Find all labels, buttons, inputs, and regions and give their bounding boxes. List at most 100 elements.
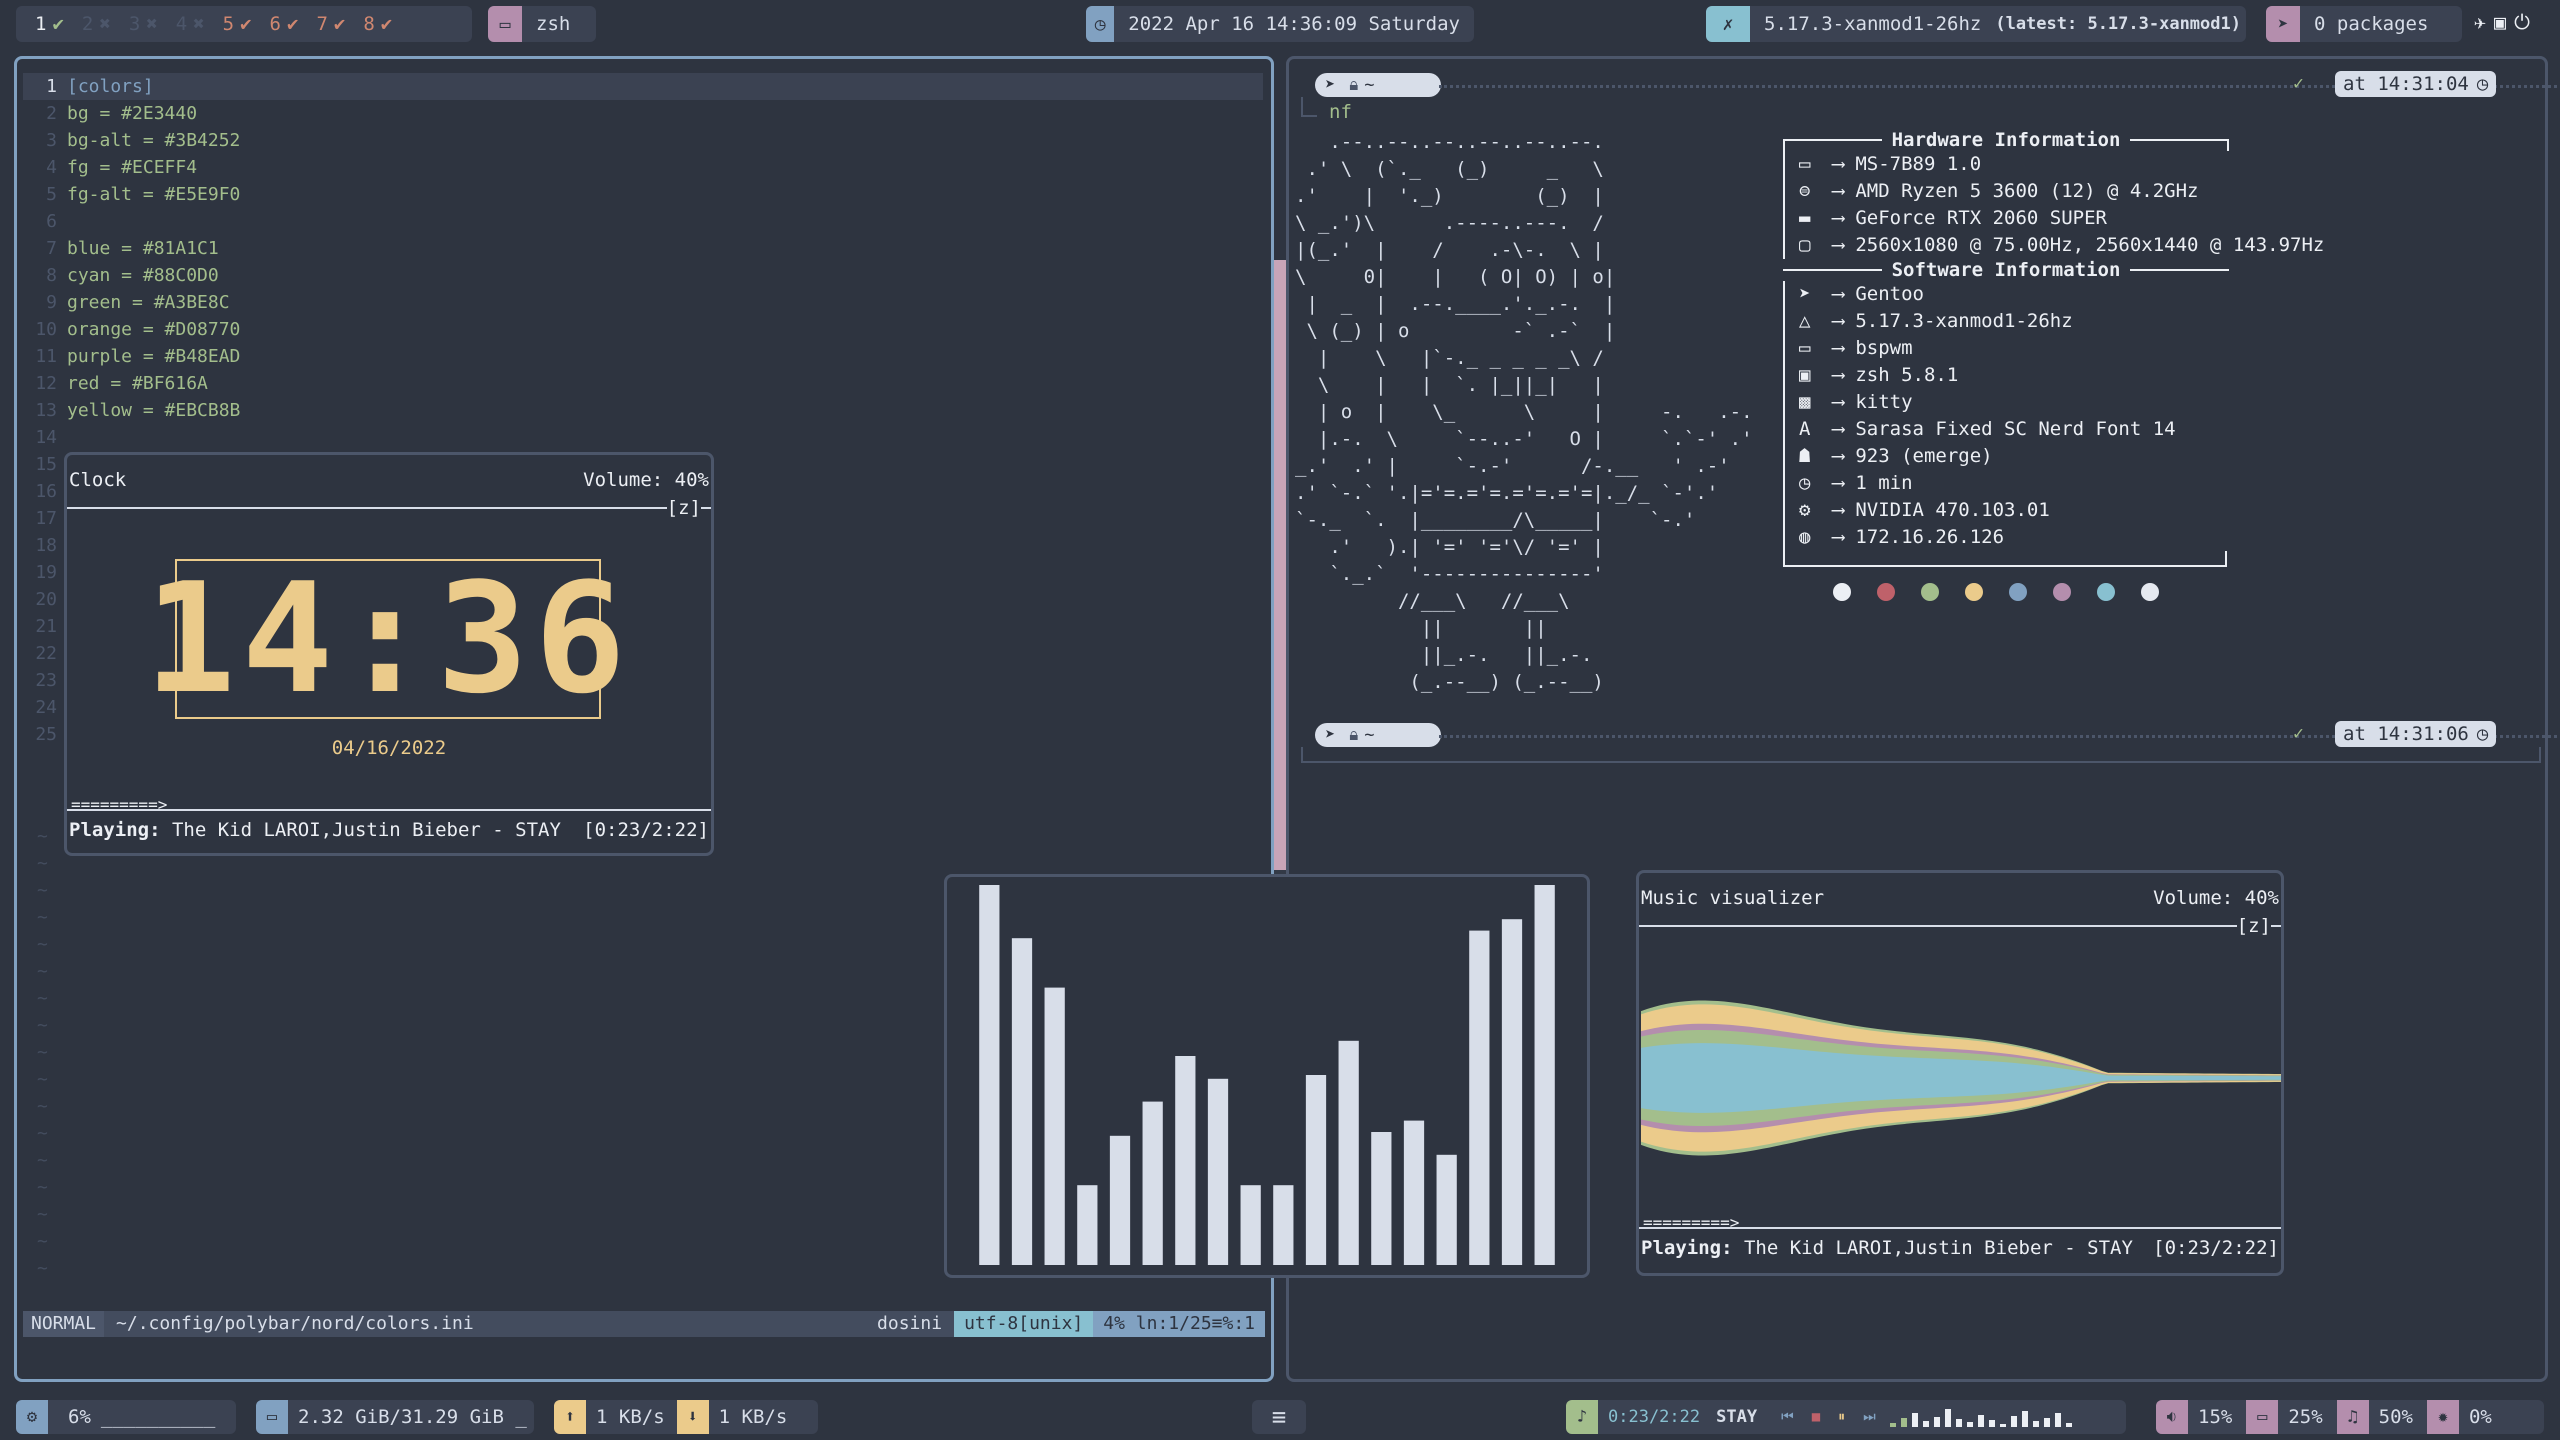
- prompt-dir: ~: [1364, 75, 1375, 95]
- arrow-icon: ⟶: [1821, 472, 1856, 494]
- color-swatch: [2141, 583, 2159, 601]
- mini-bar: [2065, 1423, 2072, 1427]
- filetype: dosini: [877, 1313, 943, 1334]
- editor-line[interactable]: 3 bg-alt = #3B4252: [23, 127, 1263, 154]
- arrow-icon: ⟶: [1821, 499, 1856, 521]
- cpu-icon: ⚙: [16, 1400, 48, 1434]
- workspace-5[interactable]: 5 ✔: [223, 13, 252, 35]
- color-swatch: [2053, 583, 2071, 601]
- info-value: 2560x1080 @ 75.00Hz, 2560x1440 @ 143.97H…: [1855, 234, 2325, 256]
- editor-line[interactable]: 8 cyan = #88C0D0: [23, 262, 1263, 289]
- monitor-icon: ▭: [488, 6, 522, 42]
- cpu-icon: ⊜: [1799, 180, 1811, 202]
- line-number: 9: [46, 292, 57, 313]
- editor-line[interactable]: 4 fg = #ECEFF4: [23, 154, 1263, 181]
- next-icon[interactable]: ⏭: [1863, 1409, 1876, 1425]
- arrow-icon: ⟶: [1821, 445, 1856, 467]
- line-number: 10: [35, 319, 57, 340]
- power-icon[interactable]: ⏻: [2514, 10, 2538, 34]
- info-row: ▬ ⟶ GeForce RTX 2060 SUPER: [1783, 205, 2229, 232]
- mpd-title: STAY: [1716, 1407, 1758, 1427]
- editor-line[interactable]: 10 orange = #D08770: [23, 316, 1263, 343]
- cava-bar: [1240, 1185, 1261, 1265]
- workspace-6[interactable]: 6 ✔: [270, 13, 299, 35]
- arrow-icon: ⟶: [1821, 234, 1856, 256]
- editor-line[interactable]: 6: [23, 208, 1263, 235]
- workspace-4[interactable]: 4 ✖: [176, 13, 205, 35]
- visualizer-window[interactable]: Music visualizer Volume: 40% [z] =======…: [1636, 870, 2284, 1276]
- arrow-icon: ⟶: [1821, 418, 1856, 440]
- editor-line[interactable]: 9 green = #A3BE8C: [23, 289, 1263, 316]
- clock-window[interactable]: Clock Volume: 40% [z] 14:36 04/16/2022 =…: [64, 452, 714, 856]
- clock-track: The Kid LAROI,Justin Bieber - STAY: [171, 819, 561, 841]
- mini-bar: [2021, 1411, 2028, 1427]
- cava-window[interactable]: [944, 874, 1590, 1278]
- vim-mode: NORMAL: [23, 1311, 105, 1337]
- editor-line[interactable]: 13 yellow = #EBCB8B: [23, 397, 1263, 424]
- workspace-mark: ✖: [193, 13, 205, 35]
- info-value: kitty: [1855, 391, 1913, 413]
- editor-line[interactable]: 12 red = #BF616A: [23, 370, 1263, 397]
- cpu-usage: 6%: [68, 1406, 91, 1428]
- line-number: 12: [35, 373, 57, 394]
- arrow-icon: ⟶: [1821, 364, 1856, 386]
- workspace-7[interactable]: 7 ✔: [316, 13, 345, 35]
- pause-icon[interactable]: ⏸: [1838, 1409, 1845, 1425]
- info-value: NVIDIA 470.103.01: [1855, 499, 2050, 521]
- hw-title: Hardware Information: [1891, 129, 2121, 151]
- clock-z[interactable]: [z]: [667, 497, 701, 519]
- ascii-line: `._.` '---------------': [1295, 563, 1604, 585]
- editor-line[interactable]: 1 [colors]: [23, 73, 1263, 100]
- line-number: 19: [35, 562, 57, 583]
- clock-date: 04/16/2022: [331, 737, 447, 759]
- kitty-icon: ▩: [1799, 391, 1811, 413]
- discord-icon[interactable]: ▣: [2494, 10, 2514, 34]
- ascii-line: ||_.-. ||_.-.: [1295, 644, 1593, 666]
- mini-bar: [1933, 1417, 1940, 1427]
- mini-bar: [1944, 1409, 1951, 1427]
- line-text: red = #BF616A: [67, 373, 208, 394]
- workspace-number: 3: [128, 13, 141, 35]
- editor-line[interactable]: 5 fg-alt = #E5E9F0: [23, 181, 1263, 208]
- lock-icon: 🔒︎: [1349, 725, 1359, 745]
- command: nf: [1329, 101, 1352, 123]
- laptop-icon: ▭: [1799, 153, 1811, 175]
- cursor-position: 4% ln:1/25≡%:1: [1093, 1311, 1265, 1337]
- workspace-3[interactable]: 3 ✖: [129, 13, 158, 35]
- workspace-number: 2: [81, 13, 94, 35]
- menu-pill[interactable]: ≡: [1252, 1400, 1306, 1434]
- window-title-pill: ▭ zsh: [488, 6, 596, 42]
- workspace-2[interactable]: 2 ✖: [82, 13, 111, 35]
- sw-title: Software Information: [1891, 259, 2121, 281]
- color-swatches: [1783, 583, 2229, 605]
- empty-line-marker: ~: [37, 1177, 48, 1198]
- workspace-number: 7: [316, 13, 328, 35]
- datetime-pill[interactable]: ◷ 2022 Apr 16 14:36:09 Saturday: [1086, 6, 1474, 42]
- workspace-1[interactable]: 1 ✔: [35, 13, 64, 35]
- line-number: 16: [35, 481, 57, 502]
- prev-icon[interactable]: ⏮: [1781, 1409, 1794, 1425]
- volume-pill[interactable]: 🔉︎ 15% ▭ 25% ♫ 50% ✹ 0%: [2156, 1400, 2544, 1434]
- volume-level: 15%: [2198, 1406, 2233, 1428]
- editor-line[interactable]: 7 blue = #81A1C1: [23, 235, 1263, 262]
- cava-bar: [1534, 885, 1555, 1265]
- info-value: zsh 5.8.1: [1855, 364, 1959, 386]
- line-number: 1: [46, 76, 57, 97]
- stop-icon[interactable]: ■: [1812, 1409, 1820, 1425]
- ascii-line: _.' .' | `-.-' /-.__ ' .-': [1295, 455, 1730, 477]
- line-number: 18: [35, 535, 57, 556]
- menu-icon[interactable]: ≡: [1272, 1403, 1286, 1431]
- mini-bar: [2054, 1413, 2061, 1427]
- info-value: 172.16.26.126: [1855, 526, 2005, 548]
- visualizer-z[interactable]: [z]: [2237, 915, 2271, 937]
- empty-line-marker: ~: [37, 988, 48, 1009]
- clock-icon: ◷: [2476, 73, 2489, 95]
- editor-line[interactable]: 11 purple = #B48EAD: [23, 343, 1263, 370]
- gpu-icon: ▬: [1799, 207, 1811, 229]
- prompt-dir-2: ~: [1364, 725, 1375, 745]
- telegram-icon[interactable]: ✈: [2474, 10, 2494, 34]
- editor-line[interactable]: 2 bg = #2E3440: [23, 100, 1263, 127]
- editor-line[interactable]: 14: [23, 424, 1263, 451]
- workspace-8[interactable]: 8 ✔: [363, 13, 392, 35]
- empty-line-marker: ~: [37, 907, 48, 928]
